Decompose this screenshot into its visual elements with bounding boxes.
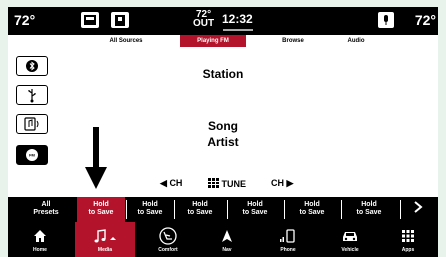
nav-comfort-label: Comfort <box>158 247 178 253</box>
preset-label-line2: to Save <box>187 209 213 216</box>
preset-5[interactable]: Hold to Save <box>285 197 339 222</box>
nav-media-label: Media <box>97 247 113 253</box>
fm-badge: FM <box>29 153 35 158</box>
nav-media[interactable]: Media <box>75 222 135 257</box>
music-icon <box>94 229 116 243</box>
preset-divider <box>400 200 401 219</box>
nav-apps-label: Apps <box>401 247 415 253</box>
nav-phone-label: Phone <box>280 247 296 253</box>
navigation-arrow-icon <box>222 230 232 242</box>
tune-button[interactable]: TUNE <box>208 178 246 189</box>
chevron-left-icon: ◀ <box>160 178 167 188</box>
preset-label-line2: to Save <box>137 209 163 216</box>
display-icon <box>84 15 96 25</box>
preset-1[interactable]: Hold to Save <box>77 197 125 222</box>
preset-2[interactable]: Hold to Save <box>127 197 173 222</box>
car-icon <box>343 232 357 241</box>
user-icon <box>115 15 125 26</box>
microphone-icon <box>384 15 388 25</box>
tune-grid-icon <box>208 178 219 188</box>
preset-3[interactable]: Hold to Save <box>175 197 225 222</box>
channel-up-label: CH <box>271 178 284 188</box>
tab-all-sources[interactable]: All Sources <box>91 35 161 47</box>
preset-label-line2: to Save <box>88 209 114 216</box>
song-title: Song <box>208 119 238 133</box>
preset-bar: All Presets Hold to Save Hold to Save Ho… <box>8 197 438 222</box>
phone-icon <box>280 229 295 243</box>
nav-apps[interactable]: Apps <box>378 222 438 257</box>
home-icon <box>34 230 46 242</box>
all-presets-line1: All <box>41 201 51 208</box>
all-presets-line2: Presets <box>33 209 59 216</box>
nav-vehicle-label: Vehicle <box>341 247 359 253</box>
channel-up-button[interactable]: CH ▶ <box>271 178 293 189</box>
all-presets-button[interactable]: All Presets <box>22 197 70 222</box>
preset-label-line1: Hold <box>304 201 320 208</box>
tune-label: TUNE <box>221 179 247 189</box>
nav-home-label: Home <box>33 247 47 253</box>
preset-label-line1: Hold <box>192 201 208 208</box>
tab-playing-fm[interactable]: Playing FM <box>180 35 246 47</box>
preset-label-line2: to Save <box>356 209 382 216</box>
chevron-right-icon: ▶ <box>286 178 294 188</box>
tab-audio[interactable]: Audio <box>331 35 381 47</box>
preset-label-line1: Hold <box>93 201 109 208</box>
usb-icon <box>28 89 36 103</box>
seat-icon <box>159 227 177 245</box>
preset-label-line1: Hold <box>247 201 263 208</box>
passenger-temp[interactable]: 72° <box>415 12 436 28</box>
outside-temp-label: OUT <box>193 18 215 29</box>
down-arrow-icon <box>85 127 107 189</box>
now-playing-panel: FM Station Song Artist ◀ CH TUNE CH ▶ <box>8 47 438 197</box>
voice-button[interactable] <box>378 12 394 28</box>
channel-down-label: CH <box>169 178 183 188</box>
tab-browse[interactable]: Browse <box>266 35 320 47</box>
preset-label-line1: Hold <box>142 201 158 208</box>
grid-icon <box>402 230 414 242</box>
seat-display-button[interactable] <box>81 12 99 28</box>
nav-vehicle[interactable]: Vehicle <box>320 222 380 257</box>
status-bar: 72° 72° OUT 12:32 72° <box>8 7 438 35</box>
preset-label-line2: to Save <box>242 209 268 216</box>
preset-6[interactable]: Hold to Save <box>342 197 396 222</box>
artist-name: Artist <box>207 135 239 149</box>
nav-phone[interactable]: Phone <box>258 222 318 257</box>
driver-temp[interactable]: 72° <box>14 12 35 28</box>
nav-nav-label: Nav <box>222 247 232 253</box>
nav-nav[interactable]: Nav <box>197 222 257 257</box>
preset-4[interactable]: Hold to Save <box>228 197 282 222</box>
preset-label-line1: Hold <box>361 201 377 208</box>
radio-icon: FM <box>26 149 38 161</box>
profile-button[interactable] <box>111 12 129 28</box>
bottom-nav: Home Media Comfort Nav Phone Vehicle App… <box>8 222 438 257</box>
chevron-right-icon <box>414 201 423 213</box>
presets-next-button[interactable] <box>413 200 423 217</box>
clock: 12:32 <box>222 12 253 26</box>
source-tabs: All Sources Playing FM Browse Audio <box>8 35 438 47</box>
nav-home[interactable]: Home <box>10 222 70 257</box>
station-name: Station <box>202 67 244 81</box>
source-button-usb[interactable] <box>16 85 48 105</box>
channel-down-button[interactable]: ◀ CH <box>160 178 182 189</box>
outside-temperature: 72° OUT <box>193 10 215 29</box>
preset-label-line2: to Save <box>299 209 325 216</box>
clock-underline <box>223 29 253 31</box>
nav-comfort[interactable]: Comfort <box>138 222 198 257</box>
